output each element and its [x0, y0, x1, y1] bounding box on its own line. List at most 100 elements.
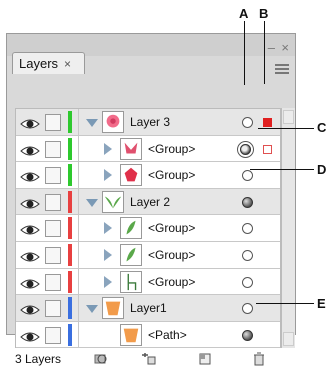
visibility-eye-icon[interactable] — [20, 144, 40, 158]
layer-name[interactable]: Layer1 — [130, 295, 167, 321]
layer-name[interactable]: <Group> — [148, 162, 195, 188]
callout-b: B — [259, 6, 269, 21]
layer-color-bar — [68, 244, 72, 266]
callout-line-d — [250, 169, 314, 170]
make-clipping-mask-icon[interactable] — [93, 352, 109, 366]
layer-name[interactable]: <Group> — [148, 136, 195, 162]
lock-toggle[interactable] — [45, 300, 61, 318]
layer-row[interactable]: Layer 2 — [16, 188, 280, 216]
layers-panel: – × Layers × Layer 3 <Group> <Group> Layer … — [6, 33, 296, 366]
sublayer-row[interactable]: <Path> — [16, 321, 280, 349]
target-icon[interactable] — [242, 196, 253, 208]
layer-color-bar — [68, 164, 72, 187]
layer-thumbnail — [102, 111, 124, 133]
lock-toggle[interactable] — [45, 220, 61, 238]
column-divider — [78, 321, 79, 349]
layer-thumbnail — [120, 270, 142, 293]
selection-square-icon[interactable] — [263, 118, 272, 127]
column-divider — [78, 295, 79, 322]
layer-color-bar — [68, 270, 72, 293]
layer-thumbnail — [102, 297, 124, 320]
callout-line-b — [264, 21, 265, 84]
lock-toggle[interactable] — [45, 193, 61, 211]
target-icon[interactable] — [242, 170, 253, 182]
callout-line-a — [244, 21, 245, 85]
expand-triangle-icon[interactable] — [104, 222, 112, 235]
visibility-eye-icon[interactable] — [20, 170, 40, 184]
layer-thumbnail — [120, 217, 142, 240]
visibility-eye-icon[interactable] — [20, 250, 40, 264]
lock-toggle[interactable] — [45, 140, 61, 158]
layer-name[interactable]: Layer 3 — [130, 109, 170, 135]
delete-icon[interactable] — [251, 352, 267, 366]
layer-name[interactable]: Layer 2 — [130, 189, 170, 215]
sublayer-row[interactable]: <Group> — [16, 135, 280, 163]
layer-color-bar — [68, 323, 72, 346]
layer-name[interactable]: <Group> — [148, 242, 195, 268]
sublayer-row[interactable]: <Group> — [16, 268, 280, 296]
visibility-eye-icon[interactable] — [20, 223, 40, 237]
tab-close-icon[interactable]: × — [64, 53, 71, 75]
new-layer-icon[interactable] — [197, 352, 213, 366]
callout-d: D — [317, 162, 327, 177]
sublayer-row[interactable]: <Group> — [16, 242, 280, 269]
visibility-eye-icon[interactable] — [20, 277, 40, 291]
visibility-eye-icon[interactable] — [20, 303, 40, 317]
target-icon[interactable] — [242, 117, 253, 128]
layer-thumbnail — [120, 244, 142, 266]
lock-toggle[interactable] — [45, 167, 61, 185]
target-icon[interactable] — [242, 303, 253, 315]
scrollbar[interactable] — [281, 108, 295, 348]
target-icon[interactable] — [242, 276, 253, 288]
close-button[interactable]: × — [281, 40, 289, 55]
column-divider — [78, 135, 79, 163]
minimize-button[interactable]: – — [268, 40, 275, 55]
lock-toggle[interactable] — [45, 326, 61, 344]
column-divider — [78, 188, 79, 216]
visibility-eye-icon[interactable] — [20, 117, 40, 131]
layer-name[interactable]: <Path> — [148, 322, 187, 348]
visibility-eye-icon[interactable] — [20, 330, 40, 344]
column-divider — [78, 242, 79, 269]
sublayer-row[interactable]: <Group> — [16, 162, 280, 189]
target-icon[interactable] — [242, 250, 253, 261]
layers-list: Layer 3 <Group> <Group> Layer 2 <Group> <Grou… — [15, 108, 281, 349]
expand-triangle-icon[interactable] — [104, 275, 112, 288]
callout-c: C — [317, 120, 327, 135]
expand-triangle-icon[interactable] — [104, 142, 112, 155]
lock-toggle[interactable] — [45, 273, 61, 291]
panel-footer: 3 Layers — [7, 349, 295, 369]
layer-count: 3 Layers — [15, 352, 62, 366]
expand-triangle-icon[interactable] — [86, 119, 98, 127]
expand-triangle-icon[interactable] — [86, 305, 98, 314]
layer-name[interactable]: <Group> — [148, 215, 195, 241]
layer-name[interactable]: <Group> — [148, 269, 195, 295]
scroll-down-button[interactable] — [283, 332, 294, 346]
scroll-up-button[interactable] — [283, 110, 294, 124]
lock-toggle[interactable] — [45, 247, 61, 264]
column-divider — [78, 109, 79, 136]
column-divider — [78, 215, 79, 242]
expand-triangle-icon[interactable] — [104, 249, 112, 261]
sublayer-row[interactable]: <Group> — [16, 215, 280, 242]
target-icon[interactable] — [242, 223, 253, 235]
panel-menu-icon[interactable] — [275, 64, 289, 74]
layer-color-bar — [68, 190, 72, 213]
target-icon[interactable] — [240, 143, 251, 155]
layer-row[interactable]: Layer 3 — [16, 109, 280, 136]
layer-thumbnail — [120, 137, 142, 160]
selection-square-icon[interactable] — [263, 144, 272, 154]
expand-triangle-icon[interactable] — [86, 198, 98, 207]
layer-color-bar — [68, 217, 72, 240]
layer-thumbnail — [102, 190, 124, 213]
create-sublayer-icon[interactable] — [140, 352, 156, 366]
target-icon[interactable] — [242, 329, 253, 341]
tab-layers[interactable]: Layers × — [12, 52, 85, 74]
visibility-eye-icon[interactable] — [20, 197, 40, 211]
callout-line-c — [258, 128, 314, 129]
lock-toggle[interactable] — [45, 114, 61, 131]
layer-color-bar — [68, 111, 72, 133]
layer-color-bar — [68, 297, 72, 320]
layer-row[interactable]: Layer1 — [16, 295, 280, 322]
expand-triangle-icon[interactable] — [104, 169, 112, 182]
